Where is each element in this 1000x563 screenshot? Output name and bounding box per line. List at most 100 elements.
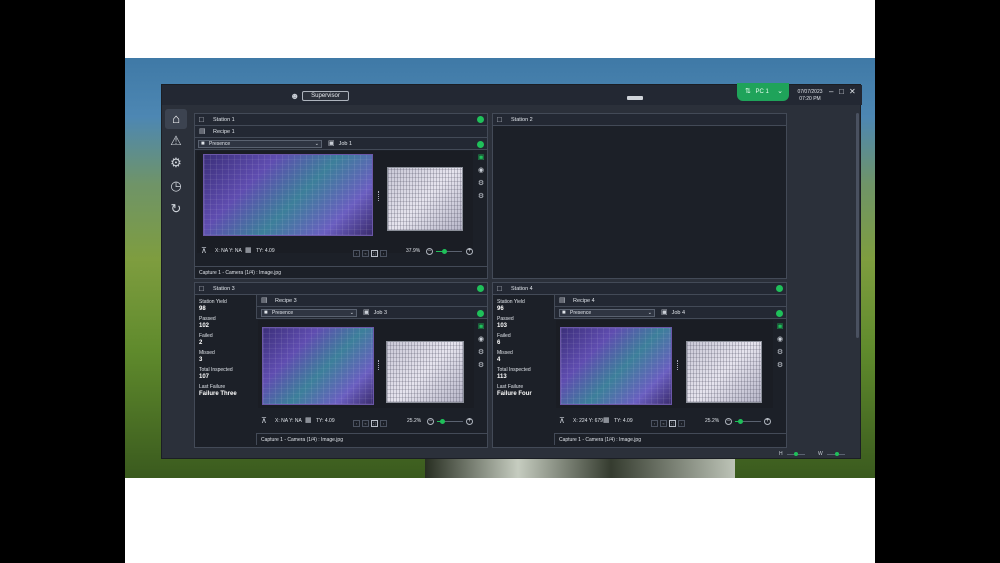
coords-readout: X: NA Y: NA	[275, 418, 302, 424]
station-4-panel: □ Station 4 Station Yield 96 Passed 103 …	[492, 282, 787, 448]
inspection-select[interactable]: ■ Presence ⌄	[261, 309, 357, 317]
height-slider-knob[interactable]	[794, 452, 798, 456]
role-button[interactable]: Supervisor	[302, 91, 349, 101]
viewer-tools: ▣ ◉ ⚙ ⚙	[775, 321, 785, 373]
wafer-image-main	[203, 154, 373, 236]
briefcase-icon: ▣	[328, 140, 335, 147]
zoom-in-icon[interactable]: +	[466, 418, 473, 425]
first-icon[interactable]: «	[362, 250, 369, 257]
gear-icon[interactable]: ⚙	[165, 153, 187, 173]
pc-label: PC 1	[755, 89, 769, 95]
history-icon[interactable]: ◷	[165, 176, 187, 196]
zoom-out-icon[interactable]: −	[427, 418, 434, 425]
fit-icon[interactable]: ⛶	[669, 420, 676, 427]
image-icon[interactable]: ▣	[476, 152, 486, 165]
station-4-header: □ Station 4	[493, 283, 786, 295]
zoom-slider[interactable]	[436, 249, 462, 254]
station-3-stats: Station Yield 98 Passed 102 Failed 2 Mis…	[199, 299, 253, 401]
station-2-title: Station 2	[511, 117, 533, 123]
fit-icon[interactable]: ⛶	[371, 250, 378, 257]
camera-icon[interactable]: ◉	[476, 165, 486, 178]
alarm-icon[interactable]: ⚠	[165, 131, 187, 151]
job-status-dot	[477, 310, 484, 317]
inspection-select[interactable]: ■ Presence ⌄	[559, 309, 655, 317]
vertical-scrollbar[interactable]	[856, 113, 859, 338]
gear-icon[interactable]: ⚙	[775, 347, 785, 360]
splitter-handle[interactable]	[378, 360, 380, 370]
width-slider[interactable]	[827, 452, 845, 456]
zoom-readout: 25.2%	[407, 418, 422, 424]
gear-icon[interactable]: ⚙	[476, 178, 486, 191]
maximize-icon[interactable]: □	[839, 87, 844, 96]
chevron-down-icon: ⌄	[777, 88, 783, 95]
inspection-select[interactable]: ■ Presence ⌄	[198, 140, 322, 148]
zoom-slider-knob[interactable]	[441, 249, 447, 254]
close-icon[interactable]: ✕	[849, 87, 856, 96]
job-status-dot	[477, 141, 484, 148]
zoom-out-icon[interactable]: −	[426, 248, 433, 255]
station-4-status-dot	[776, 285, 783, 292]
width-slider-knob[interactable]	[835, 452, 839, 456]
zoom-readout: 25.2%	[705, 418, 720, 424]
zoom-out-icon[interactable]: −	[725, 418, 732, 425]
refresh-icon[interactable]: ↻	[165, 199, 187, 219]
camera-icon[interactable]: ◉	[476, 334, 486, 347]
station-1-panel: □ Station 1 ▤ Recipe 1 ■ Presence ⌄ ▣ Job…	[194, 113, 488, 279]
gear-icon[interactable]: ⚙	[476, 347, 486, 360]
gear-icon[interactable]: ⚙	[775, 360, 785, 373]
prev-icon[interactable]: ‹	[353, 250, 360, 257]
image-viewer[interactable]	[556, 320, 773, 408]
next-icon[interactable]: ›	[380, 250, 387, 257]
station-3-panel: □ Station 3 Station Yield 98 Passed 102 …	[194, 282, 488, 448]
next-icon[interactable]: ›	[678, 420, 685, 427]
recipe-icon: ▤	[559, 297, 566, 304]
time-label: 07:20 PM	[799, 96, 821, 102]
height-slider[interactable]	[787, 452, 805, 456]
fit-icon[interactable]: ⛶	[371, 420, 378, 427]
home-icon[interactable]: ⌂	[165, 109, 187, 129]
missed-value: 4	[497, 357, 501, 363]
image-viewer[interactable]	[258, 320, 474, 408]
job-text: Job 4	[671, 310, 686, 316]
splitter-handle[interactable]	[677, 360, 679, 370]
letterbox-left	[0, 0, 125, 563]
ty-readout: TY: 4.09	[614, 418, 633, 424]
next-icon[interactable]: ›	[380, 420, 387, 427]
image-viewer[interactable]	[197, 151, 473, 253]
first-icon[interactable]: «	[362, 420, 369, 427]
inspection-value: Presence	[272, 310, 294, 316]
zoom-in-icon[interactable]: +	[764, 418, 771, 425]
splitter-handle[interactable]	[378, 191, 380, 201]
gear-icon[interactable]: ⚙	[476, 360, 486, 373]
image-icon[interactable]: ▣	[476, 321, 486, 334]
prev-icon[interactable]: ‹	[353, 420, 360, 427]
last-failure-value: Failure Three	[199, 391, 237, 397]
total-value: 113	[497, 374, 507, 380]
job-label[interactable]: ▣ Job 4	[661, 307, 685, 319]
last-failure-value: Failure Four	[497, 391, 532, 397]
minimize-icon[interactable]: –	[829, 87, 833, 96]
zoom-slider[interactable]	[735, 419, 761, 424]
image-icon[interactable]: ▣	[775, 321, 785, 334]
zoom-slider-knob[interactable]	[738, 419, 744, 424]
cup-icon: ■	[264, 310, 268, 316]
station-1-header: □ Station 1	[195, 114, 487, 126]
zoom-slider-knob[interactable]	[440, 419, 446, 424]
zoom-in-icon[interactable]: +	[466, 248, 473, 255]
prev-icon[interactable]: ‹	[651, 420, 658, 427]
height-control: H	[779, 451, 805, 457]
job-label[interactable]: ▣ Job 1	[328, 138, 352, 150]
recipe-bar: ▤ Recipe 1	[195, 126, 487, 138]
first-icon[interactable]: «	[660, 420, 667, 427]
recipe-label: Recipe 4	[573, 298, 595, 304]
sidebar: ⌂ ⚠ ⚙ ◷ ↻	[165, 107, 187, 227]
wafer-image-reference	[386, 341, 464, 403]
gear-icon[interactable]: ⚙	[476, 191, 486, 204]
monitor-icon: □	[199, 115, 204, 124]
camera-icon[interactable]: ◉	[775, 334, 785, 347]
zoom-slider[interactable]	[437, 419, 463, 424]
pc-selector[interactable]: ⇅ PC 1 ⌄	[737, 83, 789, 101]
date-time: 07/07/2023 07:20 PM	[793, 89, 827, 103]
job-label[interactable]: ▣ Job 3	[363, 307, 387, 319]
nav-buttons: ‹ «⛶ ›	[651, 418, 687, 427]
